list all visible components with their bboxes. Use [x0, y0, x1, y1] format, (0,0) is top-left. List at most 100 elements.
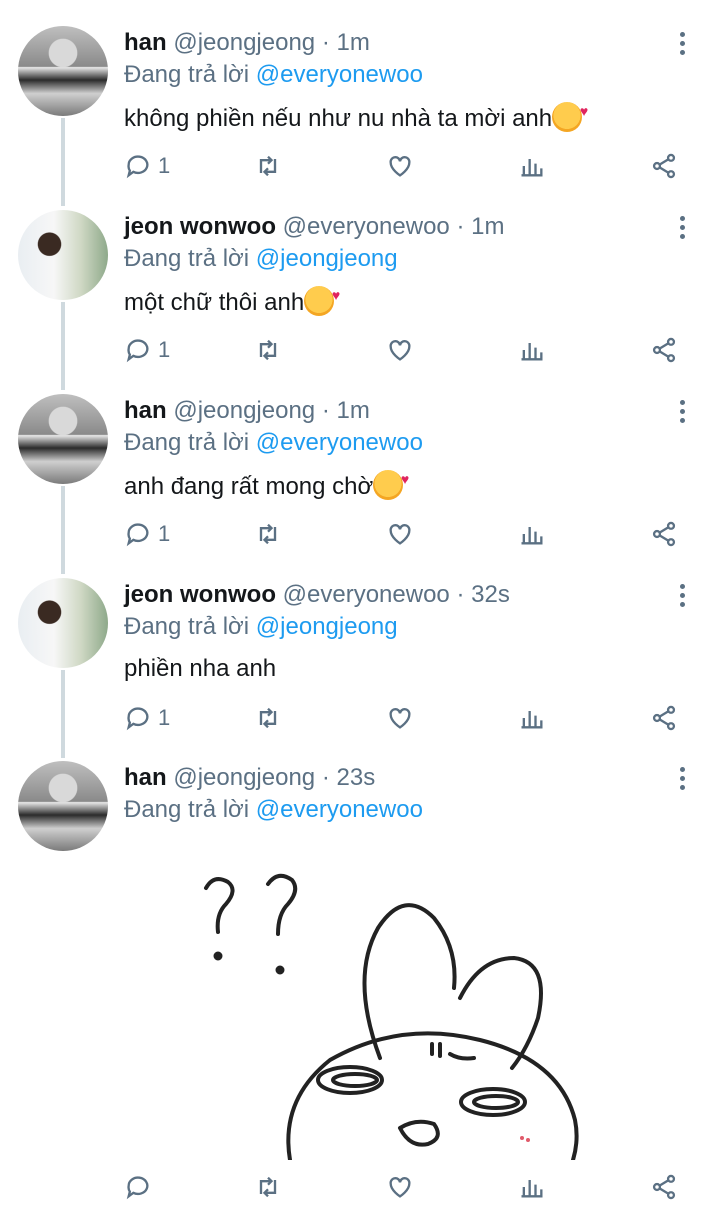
tweet-text: không phiền nếu như nu nhà ta mời anh — [124, 96, 588, 134]
timestamp[interactable]: 1m — [337, 397, 370, 424]
share-button[interactable] — [650, 334, 678, 366]
share-icon — [652, 153, 676, 179]
analytics-button[interactable] — [518, 1171, 546, 1203]
reply-prefix: Đang trả lời — [124, 61, 250, 88]
analytics-button[interactable] — [518, 518, 546, 550]
heart-icon — [389, 156, 411, 177]
tweet-media-image[interactable] — [170, 858, 590, 1160]
separator-dot: · — [321, 764, 330, 791]
replying-to: Đang trả lời @jeongjeong — [124, 612, 398, 642]
reply-count: 1 — [158, 521, 171, 546]
mention-link[interactable]: @everyonewoo — [256, 796, 423, 823]
reply-button[interactable]: 1 — [124, 518, 170, 550]
reply-button[interactable]: 1 — [124, 150, 170, 182]
heart-icon — [389, 524, 411, 545]
retweet-icon — [259, 155, 277, 177]
share-button[interactable] — [650, 1171, 678, 1203]
more-vertical-icon[interactable] — [672, 582, 692, 610]
user-handle[interactable]: @everyonewoo — [283, 213, 450, 240]
analytics-icon — [521, 1180, 543, 1198]
replying-to: Đang trả lời @everyonewoo — [124, 428, 423, 458]
share-button[interactable] — [650, 150, 678, 182]
tweet-header: han @jeongjeong · 1m — [124, 396, 370, 426]
heart-icon — [389, 340, 411, 361]
avatar[interactable] — [18, 578, 108, 668]
rabbit-sketch-image — [204, 873, 579, 1160]
timestamp[interactable]: 1m — [337, 29, 370, 56]
more-vertical-icon[interactable] — [672, 214, 692, 242]
timestamp[interactable]: 23s — [337, 764, 376, 791]
retweet-icon — [259, 1176, 277, 1198]
more-vertical-icon[interactable] — [672, 30, 692, 58]
tweet-actions: 1 — [124, 334, 684, 366]
tweet[interactable]: jeon wonwoo @everyonewoo · 1m Đang trả l… — [0, 210, 720, 380]
tweet-actions — [124, 1171, 684, 1203]
analytics-button[interactable] — [518, 334, 546, 366]
share-icon — [652, 1174, 676, 1200]
display-name[interactable]: han — [124, 29, 167, 56]
like-button[interactable] — [386, 1171, 414, 1203]
user-handle[interactable]: @jeongjeong — [173, 29, 315, 56]
display-name[interactable]: han — [124, 764, 167, 791]
share-icon — [652, 337, 676, 363]
analytics-icon — [521, 711, 543, 729]
reply-count: 1 — [158, 153, 171, 178]
tweet[interactable]: han @jeongjeong · 1m Đang trả lời @every… — [0, 26, 720, 196]
analytics-icon — [521, 527, 543, 545]
display-name[interactable]: jeon wonwoo — [124, 213, 276, 240]
more-vertical-icon[interactable] — [672, 398, 692, 426]
smiling-face-with-hearts-icon — [304, 280, 340, 316]
mention-link[interactable]: @everyonewoo — [256, 429, 423, 456]
smiling-face-with-hearts-icon — [552, 96, 588, 132]
user-handle[interactable]: @jeongjeong — [173, 397, 315, 424]
mention-link[interactable]: @jeongjeong — [256, 613, 398, 640]
reply-icon — [126, 523, 149, 547]
user-handle[interactable]: @jeongjeong — [173, 764, 315, 791]
retweet-button[interactable] — [254, 702, 282, 734]
reply-button[interactable] — [124, 1171, 152, 1203]
reply-icon — [126, 1176, 149, 1200]
heart-icon — [389, 1177, 411, 1198]
analytics-button[interactable] — [518, 150, 546, 182]
tweet-text: phiền nha anh — [124, 654, 276, 684]
timestamp[interactable]: 32s — [471, 581, 510, 608]
display-name[interactable]: jeon wonwoo — [124, 581, 276, 608]
analytics-icon — [521, 343, 543, 361]
share-icon — [652, 521, 676, 547]
tweet[interactable]: han @jeongjeong · 1m Đang trả lời @every… — [0, 394, 720, 564]
share-button[interactable] — [650, 518, 678, 550]
mention-link[interactable]: @jeongjeong — [256, 245, 398, 272]
avatar[interactable] — [18, 761, 108, 851]
reply-button[interactable]: 1 — [124, 334, 170, 366]
reply-count: 1 — [158, 337, 171, 362]
like-button[interactable] — [386, 150, 414, 182]
analytics-button[interactable] — [518, 702, 546, 734]
display-name[interactable]: han — [124, 397, 167, 424]
avatar[interactable] — [18, 26, 108, 116]
retweet-button[interactable] — [254, 518, 282, 550]
avatar[interactable] — [18, 210, 108, 300]
user-handle[interactable]: @everyonewoo — [283, 581, 450, 608]
heart-icon — [389, 708, 411, 729]
like-button[interactable] — [386, 334, 414, 366]
share-icon — [652, 705, 676, 731]
avatar[interactable] — [18, 394, 108, 484]
tweet-header: jeon wonwoo @everyonewoo · 1m — [124, 212, 504, 242]
like-button[interactable] — [386, 518, 414, 550]
reply-prefix: Đang trả lời — [124, 796, 250, 823]
retweet-button[interactable] — [254, 1171, 282, 1203]
tweet[interactable]: jeon wonwoo @everyonewoo · 32s Đang trả … — [0, 578, 720, 748]
replying-to: Đang trả lời @everyonewoo — [124, 60, 423, 90]
reply-icon — [126, 155, 149, 179]
separator-dot: · — [321, 29, 330, 56]
share-button[interactable] — [650, 702, 678, 734]
mention-link[interactable]: @everyonewoo — [256, 61, 423, 88]
reply-button[interactable]: 1 — [124, 702, 170, 734]
timestamp[interactable]: 1m — [471, 213, 504, 240]
separator-dot: · — [456, 213, 465, 240]
retweet-button[interactable] — [254, 150, 282, 182]
tweet-actions: 1 — [124, 150, 684, 182]
more-vertical-icon[interactable] — [672, 765, 692, 793]
retweet-button[interactable] — [254, 334, 282, 366]
like-button[interactable] — [386, 702, 414, 734]
